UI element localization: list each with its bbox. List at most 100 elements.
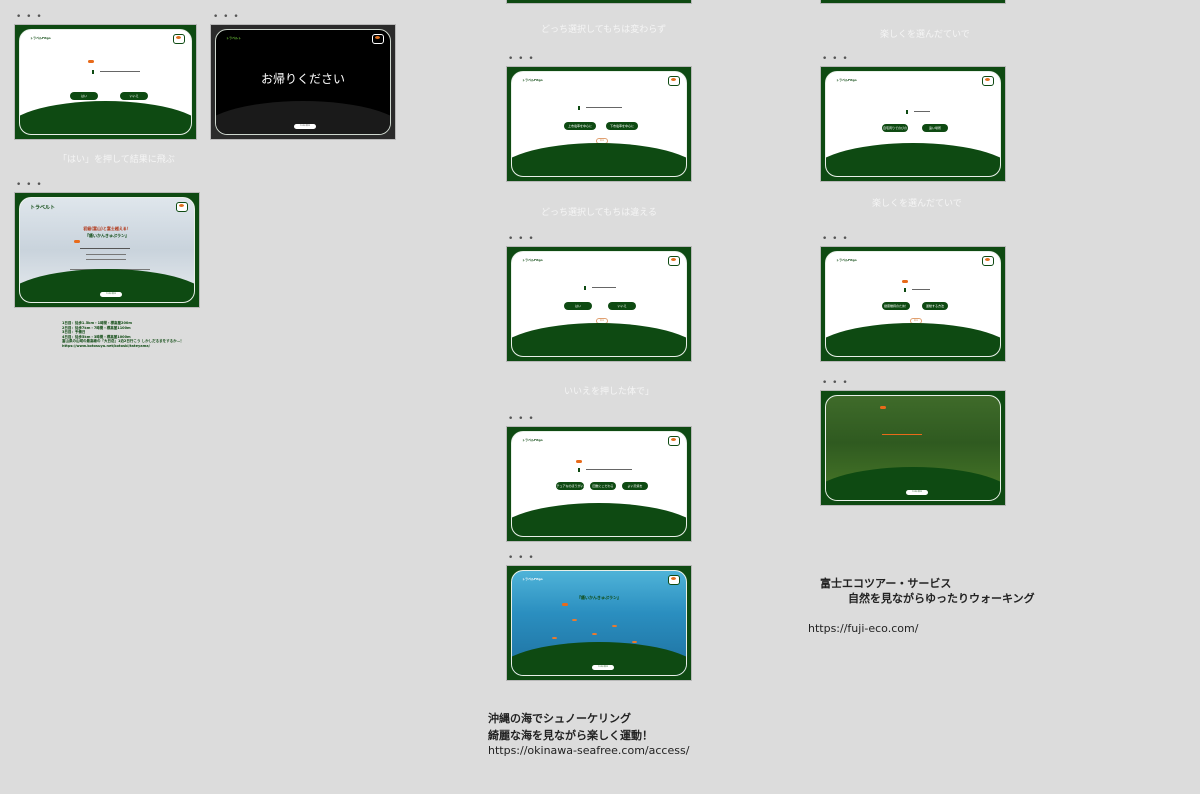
- option-a-button[interactable]: 自宅周りでのびのび: [882, 124, 908, 138]
- yes-button[interactable]: はい: [564, 302, 592, 310]
- option-a-button[interactable]: 健康維持のため！: [882, 302, 910, 310]
- yes-button[interactable]: はい: [70, 92, 98, 100]
- mascot-icon: [668, 256, 680, 266]
- frame-handle[interactable]: • • •: [508, 554, 535, 563]
- plan-detail: [80, 248, 130, 249]
- question-tag: [906, 110, 908, 114]
- mascot-icon: [668, 436, 680, 446]
- okinawa-title: 沖縄の海でシュノーケリング: [488, 712, 631, 725]
- fish-shape: [552, 637, 557, 639]
- fish-shape: [632, 641, 637, 643]
- no-button[interactable]: いいえ: [608, 302, 636, 310]
- green-hill: [20, 100, 191, 134]
- fish-shape: [592, 633, 597, 635]
- screen-card: TOPに戻る: [825, 395, 1001, 501]
- frame-handle[interactable]: • • •: [822, 379, 849, 388]
- top-button[interactable]: TOPに戻る: [100, 292, 122, 297]
- annotation-note: どっち選択してもちは変わらず: [541, 25, 667, 35]
- plan-detail: [86, 254, 126, 255]
- green-hill: [512, 502, 686, 536]
- top-button[interactable]: TOPに戻る: [906, 490, 928, 495]
- goodbye-message: お帰りください: [260, 72, 345, 86]
- question-tag: [578, 106, 580, 110]
- plan-detail: [86, 259, 126, 260]
- green-hill: [512, 322, 686, 356]
- frame-question-area: トラベルFitgo 上市電車を中心に 下市電車を中心に 戻る: [506, 66, 692, 182]
- annotation-note: 「はい」を押して結果に飛ぶ: [58, 155, 175, 165]
- frame-question-exercise-like: トラベルFitgo 健康維持のため！ 運動する方法 戻る: [820, 246, 1006, 362]
- option-a-button[interactable]: チュアなのほうがいい: [556, 482, 584, 496]
- question-badge: [902, 280, 908, 283]
- brand-logo: トラベルFitgo: [836, 258, 857, 262]
- green-hill: [826, 142, 1000, 176]
- screen-card: トラベルFitgo はい いいえ 戻る: [511, 251, 687, 357]
- screen-card: トラベルFitgo チュアなのほうがいい 回数にこだわる よい天候を: [511, 431, 687, 537]
- frame-partial: [506, 0, 692, 4]
- frame-handle[interactable]: • • •: [508, 235, 535, 244]
- dark-hill: [216, 100, 390, 134]
- frame-handle[interactable]: • • •: [213, 13, 240, 22]
- frame-handle[interactable]: • • •: [822, 235, 849, 244]
- frame-handle[interactable]: • • •: [16, 13, 43, 22]
- green-hill: [826, 322, 1000, 356]
- frame-handle[interactable]: • • •: [508, 415, 535, 424]
- screen-card: トラベルFitgo 『癒いかんきゅぷラン』 TOPに戻る: [511, 570, 687, 676]
- question-text: [914, 111, 930, 112]
- question-tag: [904, 288, 906, 292]
- question-tag: [584, 286, 586, 290]
- top-button[interactable]: TOPに戻る: [592, 665, 614, 670]
- brand-logo: トラベルFitgo: [522, 577, 543, 581]
- fish-shape: [572, 619, 577, 621]
- mascot-icon: [982, 76, 994, 86]
- okinawa-url[interactable]: https://okinawa-seafree.com/access/: [488, 743, 689, 759]
- option-b-button[interactable]: 下市電車を中心に: [606, 122, 638, 130]
- option-b-button[interactable]: 回数にこだわる: [590, 482, 616, 490]
- question-badge: [88, 60, 94, 63]
- plan-name: 『癒いかんきゅぷラン』: [577, 595, 621, 600]
- result-badge: [74, 240, 80, 243]
- frame-question-exercise: トラベルFitgo 自宅周りでのびのび 遠い場所: [820, 66, 1006, 182]
- question-text: [592, 287, 616, 288]
- question-tag: [578, 468, 580, 472]
- fuji-title: 富士エコツアー・サービス: [820, 577, 952, 590]
- frame-partial: [820, 0, 1006, 4]
- fuji-url[interactable]: https://fuji-eco.com/: [808, 621, 918, 637]
- screen-card: トラベルFitgo 自宅周りでのびのび 遠い場所: [825, 71, 1001, 177]
- plan-detail: [882, 434, 922, 435]
- brand-logo: トラベルFitgo: [522, 438, 543, 442]
- result-headline: 初級(富山)と富士越える！: [83, 226, 131, 231]
- green-hill: [512, 142, 686, 176]
- option-b-button[interactable]: 遠い場所: [922, 124, 948, 132]
- brand-logo: トラベルFitgo: [30, 36, 51, 40]
- screen-card: トラベルFitgo 健康維持のため！ 運動する方法 戻る: [825, 251, 1001, 357]
- frame-handle[interactable]: • • •: [822, 55, 849, 64]
- brand-logo: トラベルFitgo: [522, 78, 543, 82]
- annotation-note: 楽しくを選んだていで: [872, 199, 962, 209]
- faded-notes: [0, 322, 28, 366]
- itinerary-link[interactable]: https://www.kotosuya.net/kotoski/tateyam…: [62, 344, 182, 349]
- result-badge: [880, 406, 886, 409]
- mascot-icon: [173, 34, 185, 44]
- frame-handle[interactable]: • • •: [508, 55, 535, 64]
- result-badge: [562, 603, 568, 606]
- frame-goodbye: トラベルト お帰りください TOPに戻る: [210, 24, 396, 140]
- annotation-note: どっち選択してもちは違える: [541, 208, 658, 218]
- frame-handle[interactable]: • • •: [16, 181, 43, 190]
- mascot-icon: [372, 34, 384, 44]
- fish-shape: [612, 625, 617, 627]
- brand-logo: トラベルFitgo: [836, 78, 857, 82]
- mascot-icon: [668, 575, 680, 585]
- screen-card: トラベルト お帰りください TOPに戻る: [215, 29, 391, 135]
- question-tag: [92, 70, 94, 74]
- option-c-button[interactable]: よい天候を: [622, 482, 648, 490]
- mascot-icon: [668, 76, 680, 86]
- top-button[interactable]: TOPに戻る: [294, 124, 316, 129]
- option-b-button[interactable]: 運動する方法: [922, 302, 948, 310]
- screen-card: トラベルFitgo はい いいえ 戻る: [19, 29, 192, 135]
- no-button[interactable]: いいえ: [120, 92, 148, 100]
- okinawa-line: 綺麗な海を見ながら楽しく運動！: [488, 729, 653, 742]
- fuji-line: 自然を見ながらゆったりウォーキング: [848, 592, 1035, 605]
- mascot-icon: [176, 202, 188, 212]
- screen-card: トラベルFitgo 上市電車を中心に 下市電車を中心に 戻る: [511, 71, 687, 177]
- option-a-button[interactable]: 上市電車を中心に: [564, 122, 596, 130]
